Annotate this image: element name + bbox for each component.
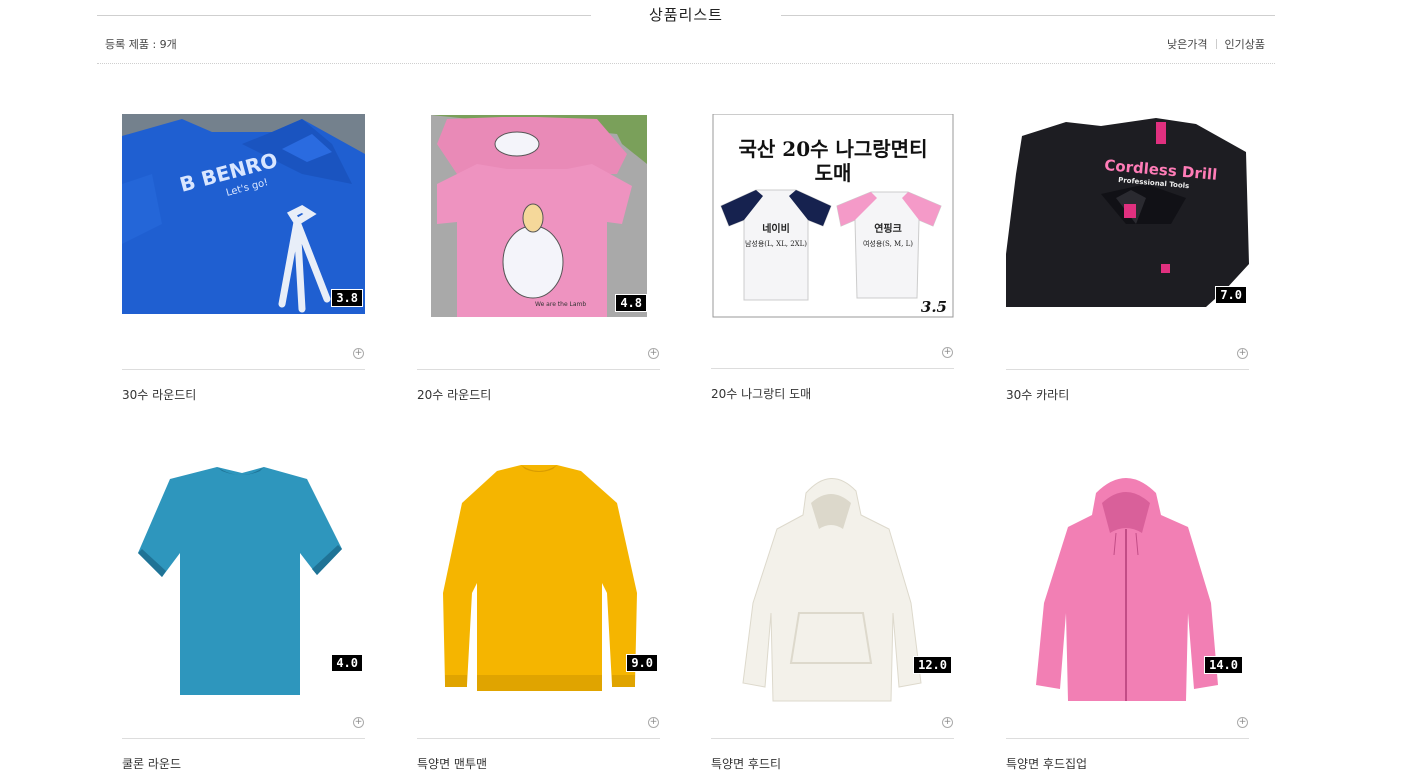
- product-name[interactable]: 특양면 맨투맨: [417, 755, 487, 772]
- page-title: 상품리스트: [648, 6, 723, 24]
- sort-low-price-link[interactable]: 낮은가격: [1167, 38, 1207, 51]
- plus-icon[interactable]: +: [1237, 717, 1248, 728]
- price-badge: 3.8: [331, 289, 363, 307]
- plus-icon[interactable]: +: [353, 348, 364, 359]
- yellow-sweatshirt-image: [443, 465, 637, 691]
- plus-icon[interactable]: +: [942, 347, 953, 358]
- plus-icon[interactable]: +: [942, 717, 953, 728]
- product-name[interactable]: 30수 라운드티: [122, 386, 196, 403]
- product-image-teal-tshirt[interactable]: 4.0: [122, 463, 365, 703]
- product-image-blue-tshirt[interactable]: B BENRO Let's go! 3.8: [122, 114, 365, 319]
- ad-pink-label: 연핑크: [874, 222, 902, 235]
- blue-tshirt-image: B BENRO Let's go!: [122, 114, 365, 314]
- price-badge: 7.0: [1215, 286, 1247, 304]
- price-badge: 9.0: [626, 654, 658, 672]
- card-divider: [1006, 738, 1249, 739]
- product-image-black-polo[interactable]: Cordless Drill Professional Tools 7.0: [1006, 114, 1249, 319]
- card-divider: [711, 368, 954, 369]
- product-list-container: 상품리스트 등록 제품 : 9개 낮은가격 인기상품 B BENRO Let's …: [97, 0, 1275, 771]
- price-badge: 4.0: [331, 654, 363, 672]
- pink-tshirt-image: We are the Lamb: [431, 115, 647, 317]
- product-name[interactable]: 특양면 후드집업: [1006, 755, 1087, 772]
- plus-icon[interactable]: +: [648, 717, 659, 728]
- card-divider: [122, 369, 365, 370]
- product-name[interactable]: 쿨론 라운드: [122, 755, 181, 772]
- card-divider: [122, 738, 365, 739]
- product-name[interactable]: 30수 카라티: [1006, 386, 1069, 403]
- card-divider: [1006, 369, 1249, 370]
- product-name[interactable]: 특양면 후드티: [711, 755, 781, 772]
- black-polo-image: Cordless Drill Professional Tools: [1006, 114, 1249, 307]
- ad-navy-label: 네이비: [762, 222, 790, 235]
- sort-options: 낮은가격 인기상품: [1167, 36, 1265, 52]
- price-badge: 14.0: [1204, 656, 1243, 674]
- product-image-white-hoodie[interactable]: 12.0: [711, 463, 954, 703]
- sort-separator: [1215, 39, 1217, 49]
- product-image-yellow-sweatshirt[interactable]: 9.0: [417, 463, 660, 703]
- title-divider-right: [781, 15, 1275, 16]
- product-image-pink-zip-hoodie[interactable]: 14.0: [1006, 463, 1249, 703]
- price-badge: 4.8: [615, 294, 647, 312]
- card-divider: [417, 738, 660, 739]
- product-image-raglan-ad[interactable]: 국산 20수 나그랑면티 도매 네이비 남성용(L, XL, 2XL) 연핑크 …: [711, 114, 954, 319]
- product-name[interactable]: 20수 라운드티: [417, 386, 491, 403]
- plus-icon[interactable]: +: [1237, 348, 1248, 359]
- ad-pink-sizes: 여성용(S, M, L): [863, 239, 913, 248]
- product-name[interactable]: 20수 나그랑티 도매: [711, 385, 811, 402]
- svg-text:We are the Lamb: We are the Lamb: [535, 301, 586, 308]
- sort-popular-link[interactable]: 인기상품: [1225, 38, 1265, 51]
- card-divider: [417, 369, 660, 370]
- product-image-pink-tshirts[interactable]: We are the Lamb 4.8: [417, 114, 660, 319]
- plus-icon[interactable]: +: [648, 348, 659, 359]
- ad-price-label: 3.5: [921, 298, 947, 316]
- raglan-ad-image: 국산 20수 나그랑면티 도매 네이비 남성용(L, XL, 2XL) 연핑크 …: [712, 114, 954, 318]
- list-info-bar: 등록 제품 : 9개 낮은가격 인기상품: [97, 34, 1275, 64]
- card-divider: [711, 738, 954, 739]
- title-row: 상품리스트: [97, 0, 1275, 30]
- price-badge: 12.0: [913, 656, 952, 674]
- ad-headline-2: 도매: [815, 161, 852, 185]
- product-count: 등록 제품 : 9개: [105, 38, 177, 51]
- ad-navy-sizes: 남성용(L, XL, 2XL): [745, 239, 807, 248]
- teal-tshirt-image: [138, 467, 342, 695]
- title-divider-left: [97, 15, 591, 16]
- plus-icon[interactable]: +: [353, 717, 364, 728]
- ad-headline-1: 국산 20수 나그랑면티: [739, 137, 928, 161]
